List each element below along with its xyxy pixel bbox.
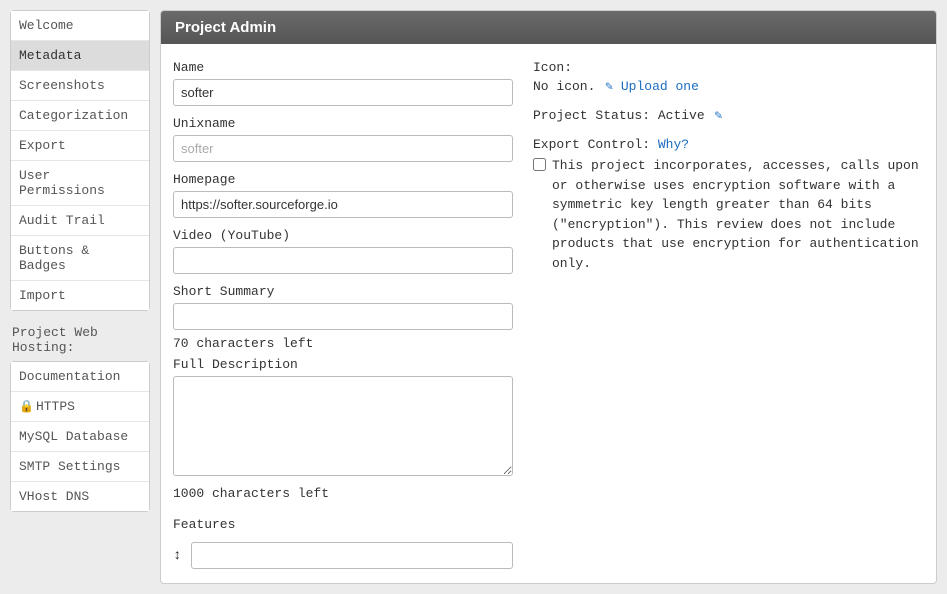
sidebar-hosting-nav: Documentation 🔒HTTPS MySQL Database SMTP…	[10, 361, 150, 512]
sidebar-item-documentation[interactable]: Documentation	[11, 362, 149, 392]
lock-icon: 🔒	[19, 399, 34, 414]
upload-link-label: Upload one	[621, 79, 699, 94]
sidebar-item-user-permissions[interactable]: User Permissions	[11, 161, 149, 206]
sidebar-item-mysql[interactable]: MySQL Database	[11, 422, 149, 452]
form-column: Name Unixname Homepage Video (YouTube) S…	[173, 60, 513, 569]
sidebar-nav: Welcome Metadata Screenshots Categorizat…	[10, 10, 150, 311]
features-label: Features	[173, 517, 513, 532]
sidebar-item-categorization[interactable]: Categorization	[11, 101, 149, 131]
sidebar-item-export[interactable]: Export	[11, 131, 149, 161]
sidebar-item-welcome[interactable]: Welcome	[11, 11, 149, 41]
unixname-label: Unixname	[173, 116, 513, 131]
sidebar-item-buttons-badges[interactable]: Buttons & Badges	[11, 236, 149, 281]
project-status-value: Active	[658, 108, 705, 123]
homepage-label: Homepage	[173, 172, 513, 187]
sidebar-item-vhost-dns[interactable]: VHost DNS	[11, 482, 149, 511]
video-input[interactable]	[173, 247, 513, 274]
icon-label: Icon:	[533, 60, 924, 75]
full-description-label: Full Description	[173, 357, 513, 372]
sidebar-item-label: HTTPS	[36, 399, 75, 414]
sidebar-item-smtp[interactable]: SMTP Settings	[11, 452, 149, 482]
sidebar-item-import[interactable]: Import	[11, 281, 149, 310]
name-input[interactable]	[173, 79, 513, 106]
sidebar-item-metadata[interactable]: Metadata	[11, 41, 149, 71]
full-description-input[interactable]	[173, 376, 513, 476]
export-control-checkbox[interactable]	[533, 158, 546, 171]
edit-status-icon[interactable]: ✎	[714, 108, 722, 123]
export-control-label: Export Control:	[533, 137, 650, 152]
short-summary-label: Short Summary	[173, 284, 513, 299]
full-description-counter: 1000 characters left	[173, 486, 513, 501]
info-column: Icon: No icon. ✎ Upload one Project Stat…	[533, 60, 924, 569]
unixname-input[interactable]	[173, 135, 513, 162]
upload-icon-link[interactable]: ✎ Upload one	[603, 79, 699, 94]
name-label: Name	[173, 60, 513, 75]
feature-input[interactable]	[191, 542, 513, 569]
drag-handle-icon[interactable]: ↕	[173, 548, 181, 564]
short-summary-input[interactable]	[173, 303, 513, 330]
main-panel: Project Admin Name Unixname Homepage Vid…	[160, 10, 937, 584]
icon-status: No icon.	[533, 79, 595, 94]
sidebar-item-audit-trail[interactable]: Audit Trail	[11, 206, 149, 236]
video-label: Video (YouTube)	[173, 228, 513, 243]
export-control-text: This project incorporates, accesses, cal…	[552, 156, 924, 273]
short-summary-counter: 70 characters left	[173, 336, 513, 351]
project-status-label: Project Status:	[533, 108, 650, 123]
edit-icon: ✎	[605, 79, 613, 94]
sidebar-item-https[interactable]: 🔒HTTPS	[11, 392, 149, 422]
page-title: Project Admin	[161, 11, 936, 44]
homepage-input[interactable]	[173, 191, 513, 218]
sidebar-item-screenshots[interactable]: Screenshots	[11, 71, 149, 101]
export-why-link[interactable]: Why?	[658, 137, 689, 152]
hosting-heading: Project Web Hosting:	[10, 325, 150, 361]
sidebar: Welcome Metadata Screenshots Categorizat…	[10, 10, 150, 584]
